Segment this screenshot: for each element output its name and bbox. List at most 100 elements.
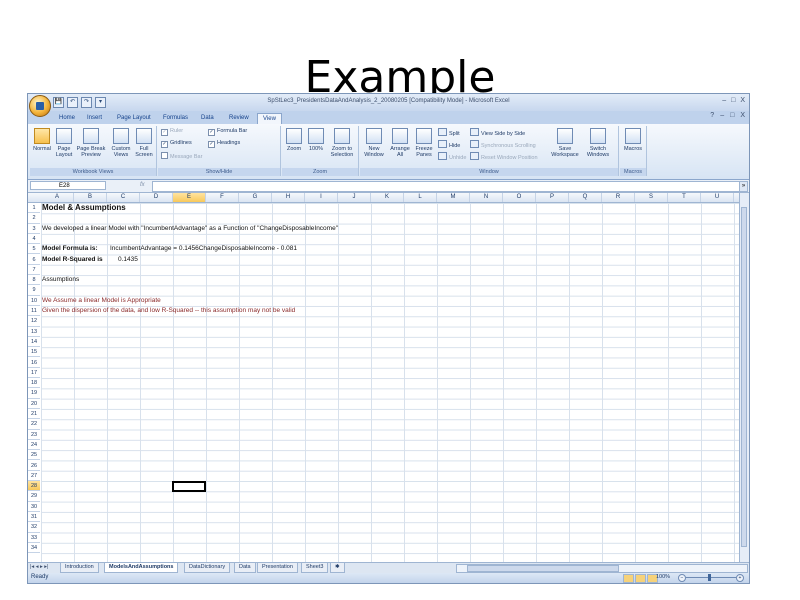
tab-home[interactable]: Home [54, 113, 80, 124]
sheet-tab-sheet3[interactable]: Sheet3 [301, 563, 329, 573]
cell-a6[interactable]: Model R-Squared is [42, 255, 103, 265]
zoom-100-button[interactable]: 100% [306, 128, 326, 152]
formula-bar-checkbox[interactable]: ✓ Formula Bar [208, 128, 247, 136]
row-header-22[interactable]: 22 [28, 419, 40, 430]
freeze-panes-button[interactable]: Freeze Panes [414, 128, 434, 158]
normal-view-shortcut[interactable] [623, 574, 634, 583]
zoom-knob[interactable] [708, 574, 711, 581]
cell-a5[interactable]: Model Formula is: [42, 244, 98, 254]
gridlines-checkbox[interactable]: ✓ Gridlines [161, 140, 192, 148]
row-header-24[interactable]: 24 [28, 440, 40, 451]
row-header-21[interactable]: 21 [28, 409, 40, 420]
row-header-1[interactable]: 1 [28, 203, 40, 214]
column-header-a[interactable]: A [41, 193, 74, 202]
column-header-c[interactable]: C [107, 193, 140, 202]
cell-a1[interactable]: Model & Assumptions [42, 203, 126, 213]
normal-view-button[interactable]: Normal [32, 128, 52, 152]
formula-input[interactable] [152, 181, 740, 192]
row-header-29[interactable]: 29 [28, 491, 40, 502]
row-header-28[interactable]: 28 [28, 481, 40, 492]
horizontal-scrollbar[interactable] [456, 564, 748, 573]
tab-review[interactable]: Review [224, 113, 254, 124]
close-button[interactable]: X [740, 97, 745, 104]
office-button[interactable] [29, 95, 51, 117]
help-icon[interactable]: ? [710, 112, 714, 119]
split-button[interactable]: Split [438, 128, 460, 137]
new-window-button[interactable]: New Window [362, 128, 386, 158]
minimize-button[interactable]: – [722, 97, 726, 104]
view-side-by-side-button[interactable]: View Side by Side [470, 128, 525, 137]
workbook-restore-button[interactable]: □ [730, 112, 734, 119]
zoom-level[interactable]: 100% [656, 574, 670, 580]
zoom-out-button[interactable]: − [678, 574, 686, 582]
row-header-31[interactable]: 31 [28, 512, 40, 523]
page-layout-view-button[interactable]: Page Layout [54, 128, 74, 158]
row-header-18[interactable]: 18 [28, 378, 40, 389]
sheet-tab-data[interactable]: Data [234, 563, 256, 573]
cell-a11[interactable]: Given the dispersion of the data, and lo… [42, 306, 295, 316]
row-header-8[interactable]: 8 [28, 275, 40, 286]
column-header-q[interactable]: Q [569, 193, 602, 202]
tab-insert[interactable]: Insert [82, 113, 107, 124]
cell-a8[interactable]: Assumptions [42, 275, 79, 285]
row-header-15[interactable]: 15 [28, 347, 40, 358]
cell-c6[interactable]: 0.1435 [118, 255, 138, 265]
cell-a3[interactable]: We developed a linear Model with "Incumb… [42, 224, 338, 234]
sheet-tab-introduction[interactable]: Introduction [60, 563, 99, 573]
horizontal-scroll-thumb[interactable] [467, 565, 619, 572]
active-cell-e28[interactable] [172, 481, 206, 492]
workbook-close-button[interactable]: X [740, 112, 745, 119]
column-header-d[interactable]: D [140, 193, 173, 202]
row-header-10[interactable]: 10 [28, 296, 40, 306]
expand-formula-bar-button[interactable]: » [739, 181, 748, 192]
row-header-16[interactable]: 16 [28, 358, 40, 368]
cell-a10[interactable]: We Assume a linear Model is Appropriate [42, 296, 161, 306]
vertical-scrollbar[interactable] [739, 193, 749, 562]
column-header-h[interactable]: H [272, 193, 305, 202]
column-header-k[interactable]: K [371, 193, 404, 202]
column-header-i[interactable]: I [305, 193, 338, 202]
row-header-6[interactable]: 6 [28, 255, 40, 265]
tab-formulas[interactable]: Formulas [158, 113, 193, 124]
page-layout-shortcut[interactable] [635, 574, 646, 583]
row-header-25[interactable]: 25 [28, 450, 40, 461]
tab-page-layout[interactable]: Page Layout [112, 113, 156, 124]
insert-sheet-tab[interactable]: ✱ [330, 563, 345, 573]
page-break-preview-button[interactable]: Page Break Preview [76, 128, 106, 158]
row-header-7[interactable]: 7 [28, 265, 40, 276]
row-header-5[interactable]: 5 [28, 244, 40, 255]
switch-windows-button[interactable]: Switch Windows [582, 128, 614, 158]
headings-checkbox[interactable]: ✓ Headings [208, 140, 240, 148]
row-header-12[interactable]: 12 [28, 316, 40, 327]
save-workspace-button[interactable]: Save Workspace [550, 128, 580, 158]
unhide-button[interactable]: Unhide [438, 152, 466, 161]
column-header-b[interactable]: B [74, 193, 107, 202]
cell-grid[interactable] [41, 203, 739, 563]
column-header-m[interactable]: M [437, 193, 470, 202]
row-header-27[interactable]: 27 [28, 471, 40, 482]
tab-view[interactable]: View [257, 113, 282, 124]
row-header-9[interactable]: 9 [28, 285, 40, 296]
macros-button[interactable]: Macros [622, 128, 644, 152]
zoom-slider[interactable]: − + [678, 574, 744, 582]
column-header-l[interactable]: L [404, 193, 437, 202]
column-header-g[interactable]: G [239, 193, 272, 202]
reset-window-position-button[interactable]: Reset Window Position [470, 152, 538, 161]
row-header-13[interactable]: 13 [28, 327, 40, 337]
synchronous-scrolling-button[interactable]: Synchronous Scrolling [470, 140, 536, 149]
column-header-t[interactable]: T [668, 193, 701, 202]
message-bar-checkbox[interactable]: Message Bar [161, 152, 202, 160]
row-header-20[interactable]: 20 [28, 399, 40, 409]
column-header-p[interactable]: P [536, 193, 569, 202]
zoom-button[interactable]: Zoom [284, 128, 304, 152]
column-header-f[interactable]: F [206, 193, 239, 202]
row-header-19[interactable]: 19 [28, 388, 40, 399]
row-header-23[interactable]: 23 [28, 430, 40, 440]
full-screen-button[interactable]: Full Screen [134, 128, 154, 158]
workbook-minimize-button[interactable]: – [720, 112, 724, 119]
column-header-u[interactable]: U [701, 193, 734, 202]
column-header-s[interactable]: S [635, 193, 668, 202]
name-box[interactable]: E28 [30, 181, 106, 190]
sheet-nav-buttons[interactable]: |◂ ◂ ▸ ▸| [30, 564, 49, 570]
zoom-to-selection-button[interactable]: Zoom to Selection [328, 128, 356, 158]
